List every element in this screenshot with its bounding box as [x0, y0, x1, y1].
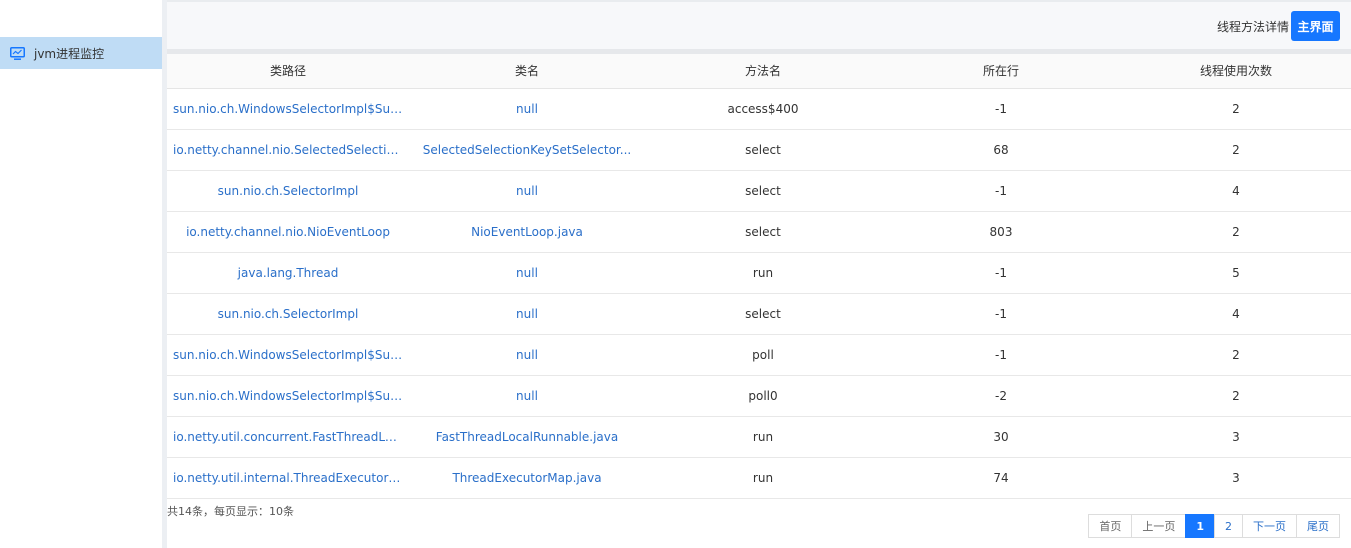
line-cell: -2 — [881, 375, 1121, 417]
thread-count-cell: 3 — [1121, 457, 1351, 499]
page-title: 线程方法详情 — [1216, 20, 1289, 34]
method-name-cell: run — [645, 252, 881, 294]
main-content: 线程方法详情 主界面 类路径 类名 方法名 所在行 线程使用次数 sun.nio… — [167, 0, 1351, 548]
line-cell: -1 — [881, 334, 1121, 376]
class-path-cell[interactable]: io.netty.channel.nio.NioEventLoop — [167, 211, 409, 253]
table-row: io.netty.util.concurrent.FastThreadLocal… — [167, 416, 1351, 458]
table-row: sun.nio.ch.WindowsSelectorImpl$SubSel...… — [167, 88, 1351, 130]
thread-count-cell: 5 — [1121, 252, 1351, 294]
monitor-icon — [10, 46, 25, 60]
class-name-cell[interactable]: FastThreadLocalRunnable.java — [409, 416, 645, 458]
column-header-class-path: 类路径 — [167, 54, 409, 89]
method-name-cell: select — [645, 211, 881, 253]
table-row: java.lang.Thread null run -1 5 — [167, 252, 1351, 294]
table-row: io.netty.util.internal.ThreadExecutorMap… — [167, 457, 1351, 499]
table-header-row: 类路径 类名 方法名 所在行 线程使用次数 — [167, 54, 1351, 89]
thread-count-cell: 2 — [1121, 211, 1351, 253]
table-row: sun.nio.ch.SelectorImpl null select -1 4 — [167, 170, 1351, 212]
class-path-cell[interactable]: sun.nio.ch.WindowsSelectorImpl$SubSel... — [167, 334, 409, 376]
method-name-cell: select — [645, 293, 881, 335]
thread-count-cell: 2 — [1121, 375, 1351, 417]
class-name-cell[interactable]: null — [409, 375, 645, 417]
table-row: io.netty.channel.nio.SelectedSelectionKe… — [167, 129, 1351, 171]
method-name-cell: select — [645, 170, 881, 212]
sidebar-item-label: jvm进程监控 — [34, 46, 105, 61]
thread-count-cell: 2 — [1121, 88, 1351, 130]
class-name-cell[interactable]: SelectedSelectionKeySetSelector... — [409, 129, 645, 171]
pager-prev-button[interactable]: 上一页 — [1131, 514, 1187, 538]
class-name-cell[interactable]: ThreadExecutorMap.java — [409, 457, 645, 499]
line-cell: 30 — [881, 416, 1121, 458]
line-cell: 68 — [881, 129, 1121, 171]
sidebar-item-jvm-monitor[interactable]: jvm进程监控 — [0, 37, 162, 69]
pager-next-button[interactable]: 下一页 — [1242, 514, 1297, 538]
line-cell: 74 — [881, 457, 1121, 499]
pagination: 首页 上一页 1 2 下一页 尾页 — [1088, 514, 1340, 538]
class-path-cell[interactable]: io.netty.util.internal.ThreadExecutorMap… — [167, 457, 409, 499]
line-cell: -1 — [881, 170, 1121, 212]
thread-count-cell: 3 — [1121, 416, 1351, 458]
pager-first-button[interactable]: 首页 — [1088, 514, 1133, 538]
method-name-cell: run — [645, 416, 881, 458]
table-row: io.netty.channel.nio.NioEventLoop NioEve… — [167, 211, 1351, 253]
class-name-cell[interactable]: null — [409, 88, 645, 130]
thread-count-cell: 4 — [1121, 293, 1351, 335]
class-path-cell[interactable]: sun.nio.ch.WindowsSelectorImpl$SubSel... — [167, 88, 409, 130]
header-bar: 线程方法详情 主界面 — [167, 0, 1351, 49]
pager-last-button[interactable]: 尾页 — [1296, 514, 1340, 538]
class-path-cell[interactable]: sun.nio.ch.SelectorImpl — [167, 170, 409, 212]
class-name-cell[interactable]: null — [409, 170, 645, 212]
class-name-cell[interactable]: null — [409, 293, 645, 335]
table-row: sun.nio.ch.WindowsSelectorImpl$SubSel...… — [167, 334, 1351, 376]
table-row: sun.nio.ch.WindowsSelectorImpl$SubSel...… — [167, 375, 1351, 417]
method-name-cell: poll0 — [645, 375, 881, 417]
table-row: sun.nio.ch.SelectorImpl null select -1 4 — [167, 293, 1351, 335]
line-cell: -1 — [881, 252, 1121, 294]
column-header-method-name: 方法名 — [645, 54, 881, 89]
method-name-cell: access$400 — [645, 88, 881, 130]
sidebar: jvm进程监控 — [0, 0, 162, 548]
pager-page-2[interactable]: 2 — [1214, 514, 1243, 538]
class-name-cell[interactable]: NioEventLoop.java — [409, 211, 645, 253]
column-header-class-name: 类名 — [409, 54, 645, 89]
class-path-cell[interactable]: io.netty.channel.nio.SelectedSelectionKe… — [167, 129, 409, 171]
main-page-button[interactable]: 主界面 — [1291, 11, 1340, 41]
class-path-cell[interactable]: sun.nio.ch.SelectorImpl — [167, 293, 409, 335]
class-name-cell[interactable]: null — [409, 334, 645, 376]
line-cell: -1 — [881, 88, 1121, 130]
class-path-cell[interactable]: io.netty.util.concurrent.FastThreadLocal… — [167, 416, 409, 458]
method-name-cell: select — [645, 129, 881, 171]
thread-count-cell: 2 — [1121, 334, 1351, 376]
column-header-line: 所在行 — [881, 54, 1121, 89]
thread-count-cell: 4 — [1121, 170, 1351, 212]
line-cell: 803 — [881, 211, 1121, 253]
pager-page-1[interactable]: 1 — [1185, 514, 1215, 538]
method-name-cell: poll — [645, 334, 881, 376]
column-header-thread-count: 线程使用次数 — [1121, 54, 1351, 89]
class-name-cell[interactable]: null — [409, 252, 645, 294]
class-path-cell[interactable]: java.lang.Thread — [167, 252, 409, 294]
pagination-summary: 共14条，每页显示：10条 — [167, 505, 294, 518]
method-name-cell: run — [645, 457, 881, 499]
thread-method-table: 类路径 类名 方法名 所在行 线程使用次数 sun.nio.ch.Windows… — [167, 54, 1351, 499]
thread-count-cell: 2 — [1121, 129, 1351, 171]
line-cell: -1 — [881, 293, 1121, 335]
class-path-cell[interactable]: sun.nio.ch.WindowsSelectorImpl$SubSel... — [167, 375, 409, 417]
